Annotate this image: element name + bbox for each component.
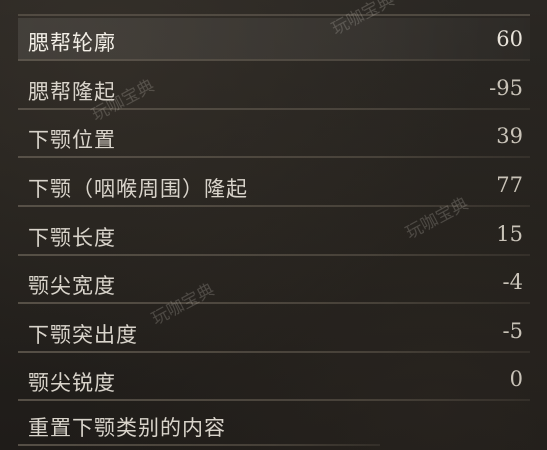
row-value: -4	[502, 270, 523, 294]
slider-row-chin-width[interactable]: 颚尖宽度 -4	[18, 261, 530, 304]
slider-row-throat-bulge[interactable]: 下颚（咽喉周围）隆起 77	[18, 164, 530, 207]
row-label: 颚尖锐度	[28, 371, 116, 395]
row-label: 下颚（咽喉周围）隆起	[28, 177, 248, 201]
slider-row-cheek-contour[interactable]: 腮帮轮廓 60	[18, 18, 530, 61]
reset-jaw-button[interactable]: 重置下颚类别的内容	[18, 403, 530, 446]
slider-row-chin-sharpness[interactable]: 颚尖锐度 0	[18, 358, 530, 401]
slider-row-jaw-position[interactable]: 下颚位置 39	[18, 115, 530, 158]
row-label: 颚尖宽度	[28, 274, 116, 298]
row-value: 39	[496, 124, 523, 148]
row-label: 腮帮隆起	[28, 80, 116, 104]
reset-label: 重置下颚类别的内容	[28, 416, 226, 440]
row-value: 0	[509, 367, 523, 391]
top-divider	[18, 14, 530, 16]
row-value: -5	[502, 319, 523, 343]
row-value: -95	[489, 76, 523, 100]
slider-row-cheek-bulge[interactable]: 腮帮隆起 -95	[18, 67, 530, 110]
slider-row-jaw-protrusion[interactable]: 下颚突出度 -5	[18, 310, 530, 353]
row-label: 下颚位置	[28, 128, 116, 152]
slider-row-jaw-length[interactable]: 下颚长度 15	[18, 213, 530, 256]
row-value: 77	[496, 173, 523, 197]
row-value: 60	[496, 27, 523, 51]
row-label: 下颚长度	[28, 226, 116, 250]
row-label: 腮帮轮廓	[28, 31, 116, 55]
row-label: 下颚突出度	[28, 323, 138, 347]
face-edit-panel: 腮帮轮廓 60 腮帮隆起 -95 下颚位置 39 下颚（咽喉周围）隆起 77 下…	[0, 0, 547, 450]
row-value: 15	[496, 222, 523, 246]
